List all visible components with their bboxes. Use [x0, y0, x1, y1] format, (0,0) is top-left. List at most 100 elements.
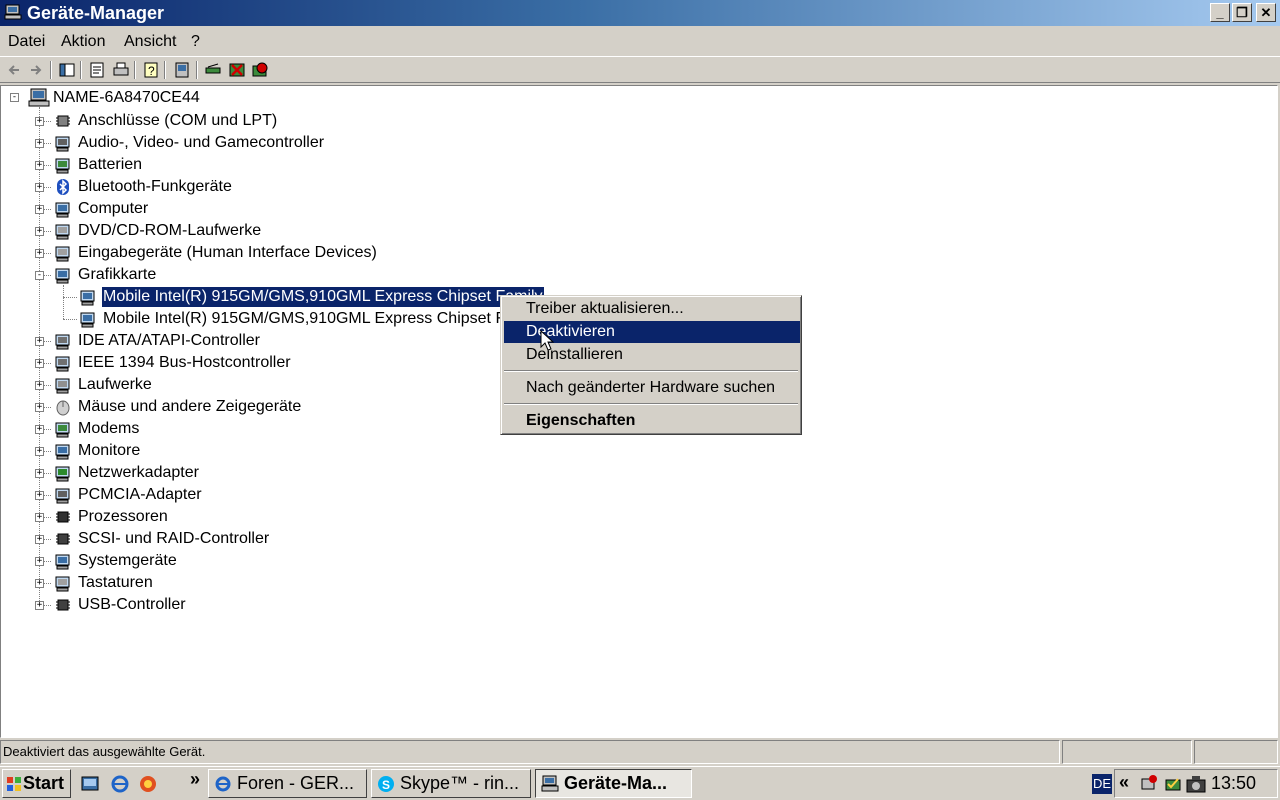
start-button[interactable]: Start: [2, 769, 71, 798]
tree-device-label[interactable]: Mobile Intel(R) 915GM/GMS,910GML Express…: [101, 286, 545, 308]
device-manager-icon: [4, 4, 22, 20]
tree-expander[interactable]: +: [35, 535, 44, 544]
close-button[interactable]: ✕: [1256, 3, 1276, 22]
tree-category-label[interactable]: Bluetooth-Funkgeräte: [77, 177, 233, 197]
keyboard-icon: [55, 246, 70, 262]
tree-expander[interactable]: +: [35, 205, 44, 214]
computer-icon: [55, 202, 70, 218]
menu-item-scan-hardware[interactable]: Nach geänderter Hardware suchen: [504, 377, 800, 399]
tree-category-label[interactable]: IDE ATA/ATAPI-Controller: [77, 331, 261, 351]
title-bar[interactable]: Geräte-Manager _ ❐ ✕: [0, 0, 1280, 26]
taskbar: Start » Foren - GER... S Skype™ - rin...…: [0, 766, 1280, 800]
tree-category-label[interactable]: Mäuse und andere Zeigegeräte: [77, 397, 302, 417]
tree-expander[interactable]: +: [35, 183, 44, 192]
forward-arrow-icon[interactable]: [27, 61, 45, 79]
tree-device-label[interactable]: Mobile Intel(R) 915GM/GMS,910GML Express…: [102, 309, 544, 329]
tree-expander[interactable]: +: [35, 139, 44, 148]
tree-category-label[interactable]: Monitore: [77, 441, 141, 461]
status-text: Deaktiviert das ausgewählte Gerät.: [0, 740, 1060, 764]
task-skype[interactable]: S Skype™ - rin...: [371, 769, 531, 798]
tree-expander[interactable]: +: [35, 337, 44, 346]
tree-expander[interactable]: +: [35, 161, 44, 170]
usb-icon: [56, 599, 70, 611]
network-warning-icon[interactable]: [1139, 774, 1159, 794]
tree-root-label[interactable]: NAME-6A8470CE44: [52, 88, 201, 108]
tree-category-label[interactable]: Grafikkarte: [77, 265, 157, 285]
tree-category-label[interactable]: Modems: [77, 419, 140, 439]
tree-expander[interactable]: +: [35, 227, 44, 236]
tree-expander[interactable]: +: [35, 381, 44, 390]
tree-expander[interactable]: +: [35, 579, 44, 588]
language-indicator[interactable]: DE: [1092, 774, 1112, 794]
tree-category-label[interactable]: Audio-, Video- und Gamecontroller: [77, 133, 325, 153]
help-icon[interactable]: ?: [142, 61, 160, 79]
tree-expander[interactable]: +: [35, 557, 44, 566]
tree-category-label[interactable]: Laufwerke: [77, 375, 153, 395]
tree-expander[interactable]: -: [35, 271, 44, 280]
tree-expander[interactable]: +: [35, 513, 44, 522]
tree-category-label[interactable]: PCMCIA-Adapter: [77, 485, 203, 505]
tree-category-label[interactable]: SCSI- und RAID-Controller: [77, 529, 270, 549]
back-arrow-icon[interactable]: [5, 61, 23, 79]
restore-button[interactable]: ❐: [1232, 3, 1252, 22]
task-foren[interactable]: Foren - GER...: [208, 769, 367, 798]
task-device-manager[interactable]: Geräte-Ma...: [535, 769, 692, 798]
tree-expander[interactable]: +: [35, 249, 44, 258]
tree-category-label[interactable]: Netzwerkadapter: [77, 463, 200, 483]
menu-item-properties[interactable]: Eigenschaften: [504, 410, 800, 432]
disable-icon[interactable]: [251, 61, 269, 79]
disk-drive-icon: [55, 378, 70, 394]
tree-category-label[interactable]: Systemgeräte: [77, 551, 178, 571]
media-player-icon[interactable]: [138, 774, 158, 794]
print-icon[interactable]: [112, 61, 130, 79]
tree-expander[interactable]: -: [10, 93, 19, 102]
task-label: Skype™ - rin...: [400, 773, 520, 793]
tree-expander[interactable]: +: [35, 491, 44, 500]
minimize-button[interactable]: _: [1210, 3, 1230, 22]
ie-icon[interactable]: [110, 774, 130, 794]
mouse-icon: [56, 400, 70, 416]
menu-help[interactable]: ?: [191, 33, 200, 51]
camera-icon[interactable]: [1185, 774, 1207, 794]
clock: 13:50: [1211, 773, 1257, 793]
properties-icon[interactable]: [88, 61, 106, 79]
menu-ansicht[interactable]: Ansicht: [124, 33, 176, 51]
tree-expander[interactable]: +: [35, 359, 44, 368]
tray-chevron[interactable]: «: [1119, 772, 1129, 793]
menu-datei[interactable]: Datei: [8, 33, 45, 51]
tree-expander[interactable]: +: [35, 117, 44, 126]
tree-category-label[interactable]: DVD/CD-ROM-Laufwerke: [77, 221, 262, 241]
tree-connector: [63, 319, 77, 320]
tree-category-label[interactable]: Anschlüsse (COM und LPT): [77, 111, 278, 131]
show-desktop-icon[interactable]: [80, 774, 100, 794]
tree-expander[interactable]: +: [35, 447, 44, 456]
tree-category-label[interactable]: Computer: [77, 199, 149, 219]
system-tray: « 13:50: [1114, 769, 1278, 798]
tree-category-label[interactable]: USB-Controller: [77, 595, 187, 615]
menu-aktion[interactable]: Aktion: [61, 33, 105, 51]
toolbar-separator: [164, 61, 166, 79]
tree-expander[interactable]: +: [35, 403, 44, 412]
scan-hardware-icon[interactable]: [173, 61, 191, 79]
port-icon: [56, 115, 70, 127]
safely-remove-icon[interactable]: [1163, 774, 1183, 794]
uninstall-icon[interactable]: [228, 61, 246, 79]
tree-category-label[interactable]: Eingabegeräte (Human Interface Devices): [77, 243, 378, 263]
tree-category-label[interactable]: Tastaturen: [77, 573, 154, 593]
cdrom-icon: [55, 224, 70, 240]
tree-expander[interactable]: +: [35, 469, 44, 478]
status-pane: [1194, 740, 1278, 764]
tree-category-label[interactable]: Batterien: [77, 155, 143, 175]
tree-expander[interactable]: +: [35, 601, 44, 610]
tree-category-label[interactable]: IEEE 1394 Bus-Hostcontroller: [77, 353, 292, 373]
tree-category-label[interactable]: Prozessoren: [77, 507, 169, 527]
menu-item-update-driver[interactable]: Treiber aktualisieren...: [504, 298, 800, 320]
toolbar-separator: [196, 61, 198, 79]
console-tree-icon[interactable]: [58, 61, 76, 79]
tree-expander[interactable]: +: [35, 425, 44, 434]
tree-connector: [63, 297, 77, 298]
svg-text:?: ?: [148, 64, 155, 78]
processor-icon: [56, 511, 70, 523]
quicklaunch-chevron[interactable]: »: [190, 769, 200, 790]
update-driver-icon[interactable]: [204, 61, 222, 79]
